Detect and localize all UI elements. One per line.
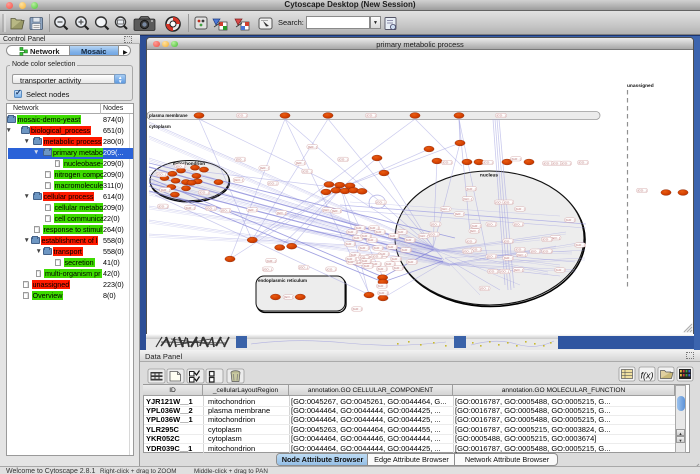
svg-text:[GO:..]: [GO:..]	[398, 230, 407, 234]
svg-text:[GO:..]: [GO:..]	[487, 255, 496, 259]
svg-text:[GO:..]: [GO:..]	[487, 222, 496, 226]
svg-text:[GO:..]: [GO:..]	[263, 267, 272, 271]
svg-text:[GO:..]: [GO:..]	[553, 162, 562, 166]
svg-text:[GO:..]: [GO:..]	[373, 255, 382, 259]
svg-text:[GO:..]: [GO:..]	[516, 207, 525, 211]
svg-text:plasma membrane: plasma membrane	[149, 113, 188, 118]
svg-text:[GO:..]: [GO:..]	[504, 239, 513, 243]
svg-text:[GO:..]: [GO:..]	[463, 249, 472, 253]
svg-text:[GO:..]: [GO:..]	[308, 145, 317, 149]
svg-text:[GO:..]: [GO:..]	[378, 267, 387, 271]
svg-text:endoplasmic reticulum: endoplasmic reticulum	[258, 278, 307, 283]
svg-text:[GO:..]: [GO:..]	[379, 291, 388, 295]
svg-text:[GO:..]: [GO:..]	[576, 243, 585, 247]
svg-text:[GO:..]: [GO:..]	[394, 266, 403, 270]
svg-text:[GO:..]: [GO:..]	[517, 253, 526, 257]
svg-text:[GO:..]: [GO:..]	[367, 114, 376, 118]
svg-text:[GO:..]: [GO:..]	[296, 161, 305, 165]
svg-text:[GO:..]: [GO:..]	[544, 162, 553, 166]
svg-text:[GO:..]: [GO:..]	[360, 246, 369, 250]
svg-text:[GO:..]: [GO:..]	[234, 178, 243, 182]
svg-text:[GO:..]: [GO:..]	[504, 200, 513, 204]
svg-text:[GO:..]: [GO:..]	[347, 257, 356, 261]
svg-text:[GO:..]: [GO:..]	[346, 242, 355, 246]
svg-text:[GO:..]: [GO:..]	[348, 230, 357, 234]
svg-text:[GO:..]: [GO:..]	[176, 164, 185, 168]
svg-text:[GO:..]: [GO:..]	[362, 234, 371, 238]
svg-text:[GO:..]: [GO:..]	[356, 226, 365, 230]
svg-text:nucleus: nucleus	[480, 173, 498, 179]
svg-text:[GO:..]: [GO:..]	[200, 191, 209, 195]
svg-text:[GO:..]: [GO:..]	[638, 189, 647, 193]
svg-text:[GO:..]: [GO:..]	[362, 259, 371, 263]
svg-text:[GO:..]: [GO:..]	[392, 257, 401, 261]
svg-text:[GO:..]: [GO:..]	[497, 114, 506, 118]
svg-text:[GO:..]: [GO:..]	[406, 238, 415, 242]
svg-text:[GO:..]: [GO:..]	[339, 158, 348, 162]
svg-text:[GO:..]: [GO:..]	[238, 114, 247, 118]
svg-text:[GO:..]: [GO:..]	[327, 267, 336, 271]
svg-text:[GO:..]: [GO:..]	[514, 222, 523, 226]
svg-text:[GO:..]: [GO:..]	[332, 209, 341, 213]
svg-text:[GO:..]: [GO:..]	[470, 229, 479, 233]
svg-text:f(x): f(x)	[641, 371, 654, 381]
svg-text:[GO:..]: [GO:..]	[504, 256, 513, 260]
svg-text:[GO:..]: [GO:..]	[161, 188, 170, 192]
svg-text:[GO:..]: [GO:..]	[566, 218, 575, 222]
svg-text:[GO:..]: [GO:..]	[463, 197, 472, 201]
svg-text:[GO:..]: [GO:..]	[543, 249, 552, 253]
svg-text:[GO:..]: [GO:..]	[512, 157, 521, 161]
svg-text:[GO:..]: [GO:..]	[376, 230, 385, 234]
svg-text:[GO:..]: [GO:..]	[236, 158, 245, 162]
svg-text:[GO:..]: [GO:..]	[388, 245, 397, 249]
svg-text:[GO:..]: [GO:..]	[579, 161, 588, 165]
svg-text:[GO:..]: [GO:..]	[277, 211, 286, 215]
svg-text:[GO:..]: [GO:..]	[500, 270, 509, 274]
svg-text:[GO:..]: [GO:..]	[268, 182, 277, 186]
svg-text:[GO:..]: [GO:..]	[467, 187, 476, 191]
svg-text:[GO:..]: [GO:..]	[267, 259, 276, 263]
svg-text:[GO:..]: [GO:..]	[531, 249, 540, 253]
svg-text:[GO:..]: [GO:..]	[419, 234, 428, 238]
svg-text:[GO:..]: [GO:..]	[248, 208, 257, 212]
svg-text:cytoplasm: cytoplasm	[149, 124, 171, 129]
svg-text:[GO:..]: [GO:..]	[516, 248, 525, 252]
svg-text:[GO:..]: [GO:..]	[299, 266, 308, 270]
svg-text:[GO:..]: [GO:..]	[562, 162, 571, 166]
svg-text:[GO:..]: [GO:..]	[441, 207, 450, 211]
svg-text:[GO:..]: [GO:..]	[186, 206, 195, 210]
svg-text:[GO:..]: [GO:..]	[368, 238, 377, 242]
svg-text:[GO:..]: [GO:..]	[206, 207, 215, 211]
svg-text:[GO:..]: [GO:..]	[489, 270, 498, 274]
svg-text:[GO:..]: [GO:..]	[556, 268, 565, 272]
svg-text:[GO:..]: [GO:..]	[364, 264, 373, 268]
svg-text:[GO:..]: [GO:..]	[157, 173, 166, 177]
svg-text:[GO:..]: [GO:..]	[378, 284, 387, 288]
svg-text:[GO:..]: [GO:..]	[303, 170, 312, 174]
svg-text:[GO:..]: [GO:..]	[455, 212, 464, 216]
svg-text:[GO:..]: [GO:..]	[159, 205, 168, 209]
svg-text:[GO:..]: [GO:..]	[374, 246, 383, 250]
svg-text:[GO:..]: [GO:..]	[472, 224, 481, 228]
svg-text:[GO:..]: [GO:..]	[408, 260, 417, 264]
svg-text:[GO:..]: [GO:..]	[376, 201, 385, 205]
svg-text:[GO:..]: [GO:..]	[353, 307, 362, 311]
svg-text:unassigned: unassigned	[627, 83, 654, 89]
svg-text:[GO:..]: [GO:..]	[431, 222, 440, 226]
svg-text:[GO:..]: [GO:..]	[514, 268, 523, 272]
svg-text:[GO:..]: [GO:..]	[480, 287, 489, 291]
svg-text:[GO:..]: [GO:..]	[484, 161, 493, 165]
svg-text:[GO:..]: [GO:..]	[402, 248, 411, 252]
svg-text:[GO:..]: [GO:..]	[543, 238, 552, 242]
svg-text:[GO:..]: [GO:..]	[467, 239, 476, 243]
svg-text:[GO:..]: [GO:..]	[284, 295, 293, 299]
svg-text:[GO:..]: [GO:..]	[260, 166, 269, 170]
svg-text:[GO:..]: [GO:..]	[221, 209, 230, 213]
svg-text:[GO:..]: [GO:..]	[390, 234, 399, 238]
svg-text:[GO:..]: [GO:..]	[443, 161, 452, 165]
svg-text:[GO:..]: [GO:..]	[429, 233, 438, 237]
